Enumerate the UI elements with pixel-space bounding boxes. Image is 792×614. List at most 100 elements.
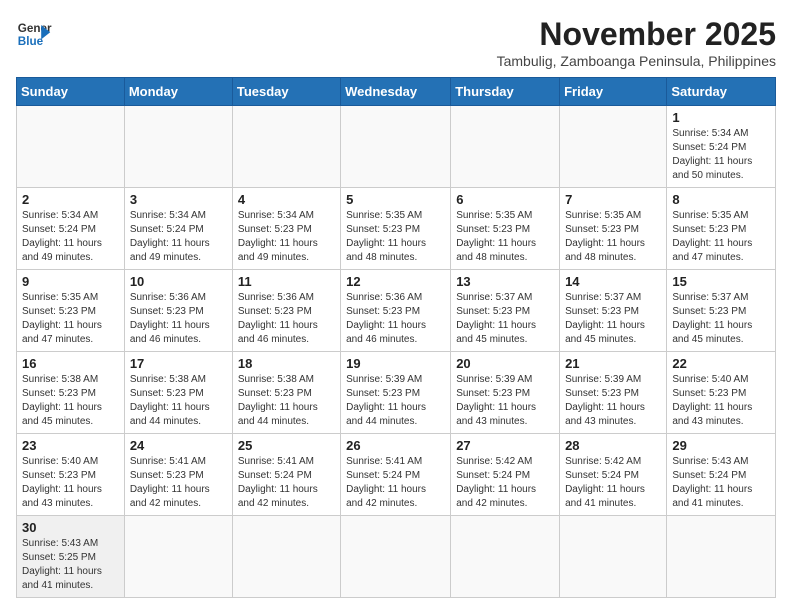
cell-daylight-info: Sunrise: 5:37 AM Sunset: 5:23 PM Dayligh…	[565, 291, 661, 347]
cell-daylight-info: Sunrise: 5:43 AM Sunset: 5:24 PM Dayligh…	[672, 455, 770, 511]
day-number: 20	[456, 356, 554, 371]
location-title: Tambulig, Zamboanga Peninsula, Philippin…	[497, 53, 776, 69]
day-number: 5	[346, 192, 445, 207]
day-number: 7	[565, 192, 661, 207]
calendar-cell: 22Sunrise: 5:40 AM Sunset: 5:23 PM Dayli…	[667, 352, 776, 434]
calendar-week-row: 30 Sunrise: 5:43 AM Sunset: 5:25 PM Dayli…	[17, 516, 776, 598]
calendar-cell: 24Sunrise: 5:41 AM Sunset: 5:23 PM Dayli…	[124, 434, 232, 516]
calendar-cell: 29 Sunrise: 5:43 AM Sunset: 5:24 PM Dayli…	[667, 434, 776, 516]
cell-daylight-info: Sunrise: 5:38 AM Sunset: 5:23 PM Dayligh…	[130, 373, 227, 429]
calendar-week-row: 2 Sunrise: 5:34 AM Sunset: 5:24 PM Daylig…	[17, 188, 776, 270]
weekday-header-monday: Monday	[124, 78, 232, 106]
day-number: 11	[238, 274, 335, 289]
calendar-cell: 30 Sunrise: 5:43 AM Sunset: 5:25 PM Dayli…	[17, 516, 125, 598]
cell-daylight-info: Sunrise: 5:35 AM Sunset: 5:23 PM Dayligh…	[346, 209, 445, 265]
cell-daylight-info: Sunrise: 5:37 AM Sunset: 5:23 PM Dayligh…	[672, 291, 770, 347]
day-number: 17	[130, 356, 227, 371]
calendar-cell: 5 Sunrise: 5:35 AM Sunset: 5:23 PM Daylig…	[341, 188, 451, 270]
calendar-cell: 23Sunrise: 5:40 AM Sunset: 5:23 PM Dayli…	[17, 434, 125, 516]
cell-daylight-info: Sunrise: 5:36 AM Sunset: 5:23 PM Dayligh…	[346, 291, 445, 347]
calendar-cell	[232, 516, 340, 598]
calendar-cell: 17 Sunrise: 5:38 AM Sunset: 5:23 PM Dayli…	[124, 352, 232, 434]
weekday-header-tuesday: Tuesday	[232, 78, 340, 106]
weekday-header-sunday: Sunday	[17, 78, 125, 106]
cell-daylight-info: Sunrise: 5:35 AM Sunset: 5:23 PM Dayligh…	[22, 291, 119, 347]
calendar-cell	[124, 516, 232, 598]
day-number: 3	[130, 192, 227, 207]
calendar-cell: 27 Sunrise: 5:42 AM Sunset: 5:24 PM Dayli…	[451, 434, 560, 516]
calendar-cell: 8Sunrise: 5:35 AM Sunset: 5:23 PM Daylig…	[667, 188, 776, 270]
day-number: 9	[22, 274, 119, 289]
cell-daylight-info: Sunrise: 5:35 AM Sunset: 5:23 PM Dayligh…	[456, 209, 554, 265]
day-number: 4	[238, 192, 335, 207]
day-number: 27	[456, 438, 554, 453]
calendar-cell	[667, 516, 776, 598]
calendar-cell: 13Sunrise: 5:37 AM Sunset: 5:23 PM Dayli…	[451, 270, 560, 352]
calendar-cell: 26Sunrise: 5:41 AM Sunset: 5:24 PM Dayli…	[341, 434, 451, 516]
cell-daylight-info: Sunrise: 5:36 AM Sunset: 5:23 PM Dayligh…	[238, 291, 335, 347]
cell-daylight-info: Sunrise: 5:34 AM Sunset: 5:24 PM Dayligh…	[22, 209, 119, 265]
cell-daylight-info: Sunrise: 5:40 AM Sunset: 5:23 PM Dayligh…	[22, 455, 119, 511]
calendar-cell: 16 Sunrise: 5:38 AM Sunset: 5:23 PM Dayli…	[17, 352, 125, 434]
day-number: 28	[565, 438, 661, 453]
day-number: 6	[456, 192, 554, 207]
day-number: 13	[456, 274, 554, 289]
cell-daylight-info: Sunrise: 5:39 AM Sunset: 5:23 PM Dayligh…	[346, 373, 445, 429]
title-area: November 2025 Tambulig, Zamboanga Penins…	[497, 16, 776, 69]
cell-daylight-info: Sunrise: 5:43 AM Sunset: 5:25 PM Dayligh…	[22, 537, 119, 593]
calendar-cell: 20Sunrise: 5:39 AM Sunset: 5:23 PM Dayli…	[451, 352, 560, 434]
calendar-week-row: 1Sunrise: 5:34 AM Sunset: 5:24 PM Daylig…	[17, 106, 776, 188]
calendar-cell: 11 Sunrise: 5:36 AM Sunset: 5:23 PM Dayli…	[232, 270, 340, 352]
cell-daylight-info: Sunrise: 5:42 AM Sunset: 5:24 PM Dayligh…	[456, 455, 554, 511]
calendar-cell: 1Sunrise: 5:34 AM Sunset: 5:24 PM Daylig…	[667, 106, 776, 188]
cell-daylight-info: Sunrise: 5:34 AM Sunset: 5:24 PM Dayligh…	[672, 127, 770, 183]
day-number: 29	[672, 438, 770, 453]
calendar-cell: 9 Sunrise: 5:35 AM Sunset: 5:23 PM Daylig…	[17, 270, 125, 352]
weekday-header-wednesday: Wednesday	[341, 78, 451, 106]
logo: General Blue	[16, 16, 52, 52]
calendar-cell	[17, 106, 125, 188]
calendar-cell: 12Sunrise: 5:36 AM Sunset: 5:23 PM Dayli…	[341, 270, 451, 352]
cell-daylight-info: Sunrise: 5:38 AM Sunset: 5:23 PM Dayligh…	[22, 373, 119, 429]
day-number: 19	[346, 356, 445, 371]
cell-daylight-info: Sunrise: 5:35 AM Sunset: 5:23 PM Dayligh…	[565, 209, 661, 265]
calendar-cell: 2 Sunrise: 5:34 AM Sunset: 5:24 PM Daylig…	[17, 188, 125, 270]
calendar-cell: 6 Sunrise: 5:35 AM Sunset: 5:23 PM Daylig…	[451, 188, 560, 270]
day-number: 25	[238, 438, 335, 453]
month-title: November 2025	[497, 16, 776, 53]
logo-icon: General Blue	[16, 16, 52, 52]
cell-daylight-info: Sunrise: 5:42 AM Sunset: 5:24 PM Dayligh…	[565, 455, 661, 511]
calendar-cell: 25Sunrise: 5:41 AM Sunset: 5:24 PM Dayli…	[232, 434, 340, 516]
day-number: 16	[22, 356, 119, 371]
day-number: 8	[672, 192, 770, 207]
calendar-cell: 7 Sunrise: 5:35 AM Sunset: 5:23 PM Daylig…	[560, 188, 667, 270]
weekday-header-thursday: Thursday	[451, 78, 560, 106]
calendar-cell: 19 Sunrise: 5:39 AM Sunset: 5:23 PM Dayli…	[341, 352, 451, 434]
day-number: 21	[565, 356, 661, 371]
calendar-table: SundayMondayTuesdayWednesdayThursdayFrid…	[16, 77, 776, 598]
calendar-cell: 15 Sunrise: 5:37 AM Sunset: 5:23 PM Dayli…	[667, 270, 776, 352]
calendar-cell: 14Sunrise: 5:37 AM Sunset: 5:23 PM Dayli…	[560, 270, 667, 352]
cell-daylight-info: Sunrise: 5:41 AM Sunset: 5:23 PM Dayligh…	[130, 455, 227, 511]
weekday-header-saturday: Saturday	[667, 78, 776, 106]
calendar-week-row: 9 Sunrise: 5:35 AM Sunset: 5:23 PM Daylig…	[17, 270, 776, 352]
calendar-cell	[451, 516, 560, 598]
calendar-week-row: 23Sunrise: 5:40 AM Sunset: 5:23 PM Dayli…	[17, 434, 776, 516]
calendar-cell: 28 Sunrise: 5:42 AM Sunset: 5:24 PM Dayli…	[560, 434, 667, 516]
day-number: 15	[672, 274, 770, 289]
cell-daylight-info: Sunrise: 5:41 AM Sunset: 5:24 PM Dayligh…	[346, 455, 445, 511]
day-number: 30	[22, 520, 119, 535]
weekday-header-friday: Friday	[560, 78, 667, 106]
day-number: 2	[22, 192, 119, 207]
calendar-cell: 18Sunrise: 5:38 AM Sunset: 5:23 PM Dayli…	[232, 352, 340, 434]
day-number: 18	[238, 356, 335, 371]
calendar-cell	[341, 516, 451, 598]
calendar-cell	[124, 106, 232, 188]
calendar-week-row: 16 Sunrise: 5:38 AM Sunset: 5:23 PM Dayli…	[17, 352, 776, 434]
calendar-cell: 3Sunrise: 5:34 AM Sunset: 5:24 PM Daylig…	[124, 188, 232, 270]
cell-daylight-info: Sunrise: 5:39 AM Sunset: 5:23 PM Dayligh…	[565, 373, 661, 429]
cell-daylight-info: Sunrise: 5:34 AM Sunset: 5:23 PM Dayligh…	[238, 209, 335, 265]
calendar-cell	[232, 106, 340, 188]
calendar-cell: 21 Sunrise: 5:39 AM Sunset: 5:23 PM Dayli…	[560, 352, 667, 434]
cell-daylight-info: Sunrise: 5:40 AM Sunset: 5:23 PM Dayligh…	[672, 373, 770, 429]
